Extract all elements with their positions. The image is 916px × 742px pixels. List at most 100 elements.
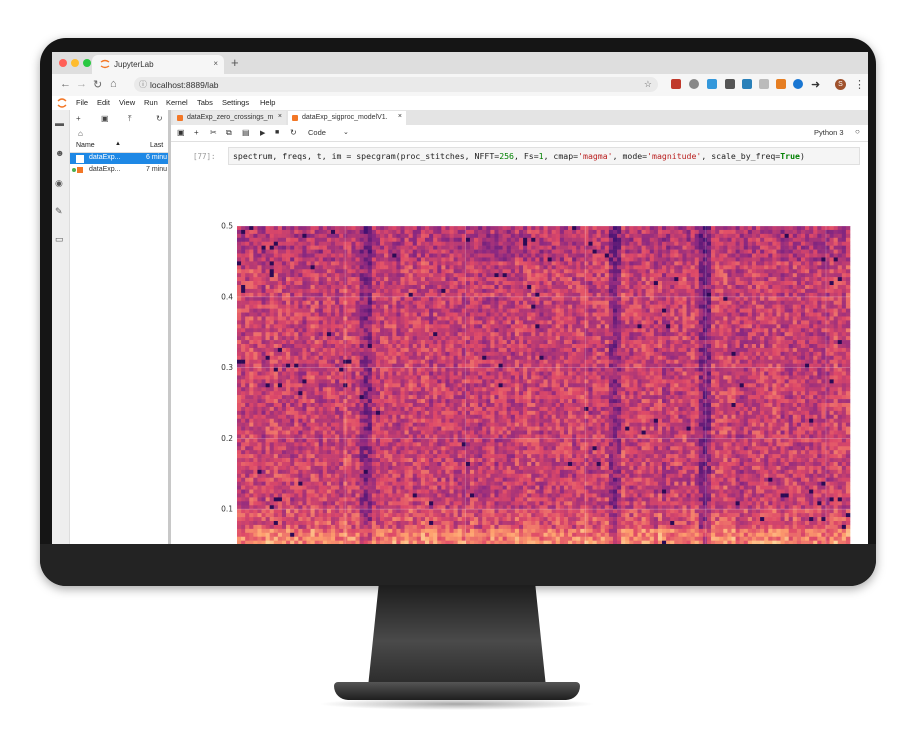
reload-icon[interactable]: ↻ bbox=[93, 78, 102, 91]
wrench-icon[interactable]: ✎ bbox=[55, 206, 63, 217]
cut-icon[interactable]: ✂ bbox=[210, 128, 217, 137]
close-window-button[interactable] bbox=[59, 59, 67, 67]
save-icon[interactable]: ▣ bbox=[177, 128, 185, 137]
address-bar[interactable]: ⓘ localhost:8889/lab ☆ bbox=[134, 77, 658, 92]
notebook-file-icon bbox=[77, 167, 83, 173]
notebook-tab-icon bbox=[292, 115, 298, 121]
file-name: dataExp... bbox=[89, 166, 121, 173]
kernel-status-icon: ○ bbox=[855, 127, 860, 136]
bookmark-star-icon[interactable]: ☆ bbox=[644, 79, 652, 90]
tab-zero-crossings[interactable]: dataExp_zero_crossings_m × bbox=[173, 111, 286, 125]
stop-icon[interactable]: ■ bbox=[275, 129, 279, 136]
forward-icon[interactable]: → bbox=[76, 78, 87, 90]
menu-help[interactable]: Help bbox=[260, 98, 275, 107]
code-cell[interactable]: spectrum, freqs, t, im = specgram(proc_s… bbox=[228, 147, 860, 165]
column-name[interactable]: Name bbox=[76, 142, 95, 149]
notebook-toolbar: ▣ + ✂ ⧉ ▤ ▶ ■ ↻ Code ⌄ Python 3 ○ bbox=[171, 125, 868, 142]
running-dot-icon bbox=[72, 168, 76, 172]
upload-icon[interactable]: ⤒ bbox=[128, 114, 132, 124]
menu-file[interactable]: File bbox=[76, 98, 88, 107]
file-row-selected[interactable]: dataExp... 6 minu bbox=[70, 153, 168, 164]
jupyter-logo-icon bbox=[57, 98, 67, 108]
notebook-tab-icon bbox=[177, 115, 183, 121]
sort-caret-icon[interactable]: ▲ bbox=[115, 141, 121, 147]
browser-tab[interactable]: JupyterLab × bbox=[92, 55, 224, 74]
new-tab-button[interactable]: + bbox=[231, 55, 239, 70]
file-modified: 6 minu bbox=[146, 154, 168, 161]
screen: JupyterLab × + ← → ↻ ⌂ ⓘ localhost:8889/… bbox=[52, 52, 868, 544]
spectrogram-chart: 5000100001500020000250000.00.10.20.30.40… bbox=[221, 222, 851, 544]
code-line: spectrum, freqs, t, im = specgram(proc_s… bbox=[233, 151, 805, 161]
new-launcher-icon[interactable]: + bbox=[76, 114, 81, 123]
browser-menu-icon[interactable]: ⋮ bbox=[854, 78, 865, 91]
extension-4-icon[interactable] bbox=[725, 79, 735, 89]
site-info-icon[interactable]: ⓘ bbox=[139, 79, 147, 90]
y-tick-label: 0.3 bbox=[221, 363, 233, 372]
browser-toolbar: ← → ↻ ⌂ ⓘ localhost:8889/lab ☆ ➜ S ⋮ bbox=[52, 74, 868, 97]
file-browser: + ▣ ⤒ ↻ ⌂ Name ▲ Last dataExp... 6 minu … bbox=[70, 110, 171, 544]
menu-tabs[interactable]: Tabs bbox=[197, 98, 213, 107]
browser-tab-title: JupyterLab bbox=[114, 60, 154, 69]
extension-5-icon[interactable] bbox=[742, 79, 752, 89]
menu-run[interactable]: Run bbox=[144, 98, 158, 107]
extension-8-icon[interactable] bbox=[793, 79, 803, 89]
chevron-down-icon[interactable]: ⌄ bbox=[343, 128, 349, 136]
file-list-header: Name ▲ Last bbox=[70, 141, 168, 153]
notebook-file-icon bbox=[76, 155, 84, 163]
share-arrow-icon[interactable]: ➜ bbox=[811, 78, 820, 91]
column-last-modified[interactable]: Last bbox=[150, 142, 163, 149]
tabs-icon[interactable]: ▭ bbox=[55, 234, 64, 245]
tab-close-icon[interactable]: × bbox=[398, 113, 402, 120]
home-folder-icon[interactable]: ⌂ bbox=[78, 129, 83, 138]
main-area: dataExp_zero_crossings_m × dataExp_sigpr… bbox=[171, 110, 868, 544]
profile-avatar[interactable]: S bbox=[835, 79, 846, 90]
menu-view[interactable]: View bbox=[119, 98, 135, 107]
back-icon[interactable]: ← bbox=[60, 78, 71, 90]
left-sidebar: ▬ ☻ ◉ ✎ ▭ bbox=[52, 110, 70, 544]
heatmap-cells bbox=[237, 226, 851, 544]
y-tick-label: 0.4 bbox=[221, 292, 233, 301]
monitor-chin bbox=[40, 544, 876, 586]
y-tick-label: 0.2 bbox=[221, 434, 233, 443]
file-modified: 7 minu bbox=[146, 166, 168, 173]
browser-titlebar: JupyterLab × + bbox=[52, 52, 868, 74]
new-folder-icon[interactable]: ▣ bbox=[101, 114, 109, 123]
file-name: dataExp... bbox=[89, 154, 121, 161]
extension-7-icon[interactable] bbox=[776, 79, 786, 89]
file-row[interactable]: dataExp... 7 minu bbox=[70, 165, 168, 176]
kernel-name[interactable]: Python 3 bbox=[814, 128, 844, 137]
palette-icon[interactable]: ◉ bbox=[55, 178, 63, 189]
browser-tab-close-icon[interactable]: × bbox=[213, 59, 218, 68]
minimize-window-button[interactable] bbox=[71, 59, 79, 67]
refresh-icon[interactable]: ↻ bbox=[156, 114, 163, 123]
jupyterlab-menubar: File Edit View Run Kernel Tabs Settings … bbox=[52, 96, 868, 111]
address-text: localhost:8889/lab bbox=[150, 80, 219, 90]
cell-output: 5000100001500020000250000.00.10.20.30.40… bbox=[171, 168, 868, 544]
cell-prompt: [77]: bbox=[193, 152, 216, 161]
monitor-stand-neck bbox=[368, 585, 546, 687]
home-icon[interactable]: ⌂ bbox=[110, 78, 117, 90]
extension-2-icon[interactable] bbox=[689, 79, 699, 89]
run-icon[interactable]: ▶ bbox=[260, 129, 265, 137]
extension-3-icon[interactable] bbox=[707, 79, 717, 89]
running-icon[interactable]: ☻ bbox=[55, 148, 64, 158]
extension-1-icon[interactable] bbox=[671, 79, 681, 89]
menu-kernel[interactable]: Kernel bbox=[166, 98, 188, 107]
menu-settings[interactable]: Settings bbox=[222, 98, 249, 107]
jupyter-favicon-icon bbox=[100, 59, 110, 69]
insert-cell-icon[interactable]: + bbox=[194, 128, 199, 137]
folder-icon[interactable]: ▬ bbox=[55, 118, 64, 128]
tab-label: dataExp_sigproc_modelV1. bbox=[302, 114, 388, 121]
menu-edit[interactable]: Edit bbox=[97, 98, 110, 107]
tab-close-icon[interactable]: × bbox=[278, 113, 282, 120]
document-tabbar: dataExp_zero_crossings_m × dataExp_sigpr… bbox=[171, 110, 868, 125]
y-tick-label: 0.5 bbox=[221, 222, 233, 231]
extension-6-icon[interactable] bbox=[759, 79, 769, 89]
maximize-window-button[interactable] bbox=[83, 59, 91, 67]
tab-sigproc-model[interactable]: dataExp_sigproc_modelV1. × bbox=[288, 111, 406, 125]
cell-type-select[interactable]: Code bbox=[308, 128, 326, 137]
paste-icon[interactable]: ▤ bbox=[242, 128, 250, 137]
monitor-stand-base bbox=[334, 682, 580, 700]
restart-icon[interactable]: ↻ bbox=[290, 128, 297, 137]
copy-icon[interactable]: ⧉ bbox=[226, 128, 232, 138]
